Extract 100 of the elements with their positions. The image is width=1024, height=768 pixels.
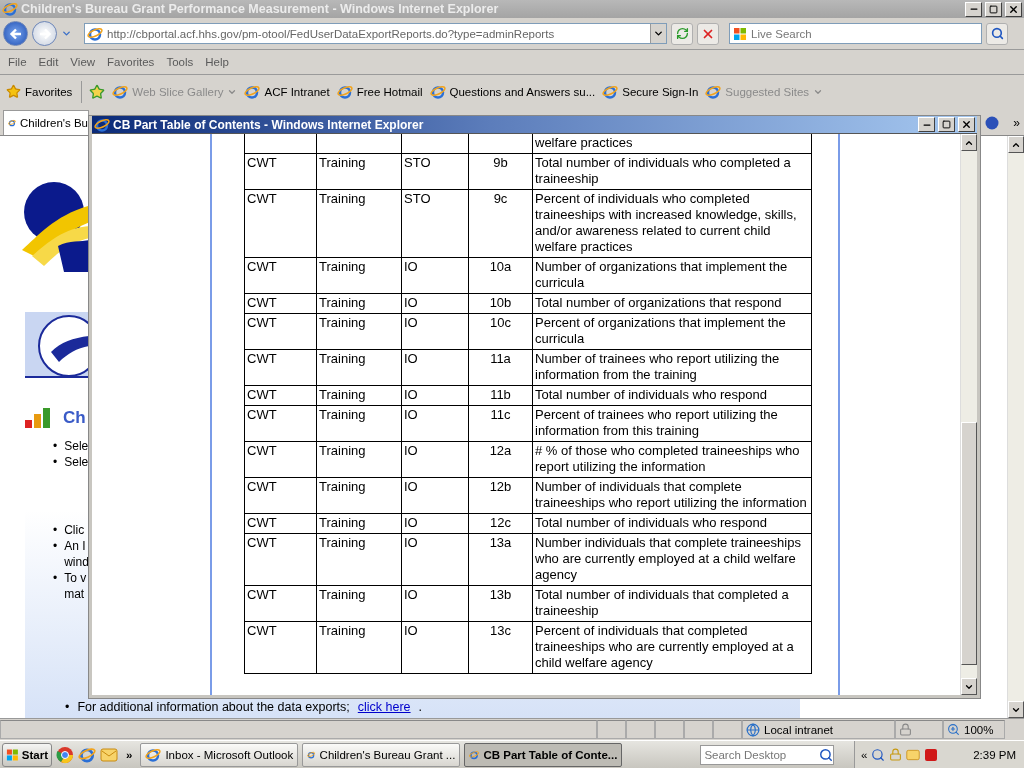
dropdown-icon[interactable] xyxy=(653,28,664,39)
table-cell: Percent of trainees who report utilizing the information from this training xyxy=(532,405,812,442)
search-icon[interactable] xyxy=(871,747,886,762)
table-cell: 9c xyxy=(468,189,533,258)
close-button[interactable] xyxy=(1005,1,1022,17)
zoom-control[interactable]: 100% xyxy=(943,720,1005,739)
restore-button[interactable] xyxy=(985,1,1002,17)
table-cell: IO xyxy=(401,513,469,534)
table-cell: 13c xyxy=(468,621,533,674)
table-cell: Percent of individuals who completed traineeships with increased knowledge, skills, and/or awareness related to current child welfare practices xyxy=(532,189,812,258)
table-cell: CWT xyxy=(244,293,317,314)
close-icon xyxy=(961,119,972,130)
table-cell: STO xyxy=(401,189,469,258)
table-cell: CWT xyxy=(244,533,317,586)
favorites-link[interactable]: Secure Sign-In xyxy=(602,83,699,100)
table-cell: CWT xyxy=(244,621,317,674)
maximize-button[interactable] xyxy=(938,117,955,132)
instruction-text: Sele xyxy=(64,438,89,454)
menu-item[interactable]: Favorites xyxy=(101,56,161,68)
favorites-button[interactable]: Favorites xyxy=(4,84,75,99)
scroll-down-button[interactable] xyxy=(961,678,977,695)
search-field[interactable]: Live Search xyxy=(729,23,982,44)
favorites-link[interactable]: ACF Intranet xyxy=(244,83,330,100)
menu-item[interactable]: File xyxy=(2,56,33,68)
table-cell: Training xyxy=(316,349,402,386)
page-scrollbar[interactable] xyxy=(1007,136,1024,718)
table-cell: # % of those who completed traineeships who report utilizing the information xyxy=(532,441,812,478)
minimize-button[interactable] xyxy=(918,117,935,132)
menu-item[interactable]: Help xyxy=(199,56,235,68)
start-button[interactable]: Start xyxy=(2,742,52,767)
bullet-marker: • xyxy=(53,538,58,555)
table-cell: IO xyxy=(401,349,469,386)
table-cell: 10b xyxy=(468,293,533,314)
popup-scrollbar[interactable] xyxy=(960,134,977,695)
windows-flag-icon xyxy=(733,26,747,41)
table-cell: Training xyxy=(316,513,402,534)
back-button[interactable] xyxy=(3,21,28,46)
clock: 2:39 PM xyxy=(973,748,1016,761)
table-cell: Training xyxy=(316,153,402,190)
address-field[interactable]: http://cbportal.acf.hhs.gov/pm-otool/FedUserDataExportReports.do?type=adminReports xyxy=(84,23,667,44)
favorites-link[interactable]: Free Hotmail xyxy=(336,83,423,100)
table-cell: Total number of organizations that respond xyxy=(532,293,812,314)
status-pane xyxy=(655,720,684,739)
scroll-up-button[interactable] xyxy=(1008,136,1024,153)
scrollbar-thumb[interactable] xyxy=(961,422,977,665)
table-cell: Training xyxy=(316,441,402,478)
desktop-search-field[interactable]: Search Desktop xyxy=(700,744,835,765)
scroll-down-button[interactable] xyxy=(1008,701,1024,718)
table-cell: Training xyxy=(316,585,402,622)
bullet-marker: • xyxy=(53,454,58,470)
popup-title: CB Part Table of Contents - Windows Internet Explorer xyxy=(113,117,425,132)
browser-tab[interactable]: Children's Bu xyxy=(3,110,89,135)
table-cell: CWT xyxy=(244,349,317,386)
table-cell: Number individuals that complete traineeships who are currently employed at a child welfare agency xyxy=(532,533,812,586)
table-cell: 11a xyxy=(468,349,533,386)
browser-icon xyxy=(2,1,18,17)
menu-item[interactable]: Tools xyxy=(160,56,200,68)
table-cell: 11b xyxy=(468,385,533,406)
tray-toggle[interactable]: « xyxy=(861,748,868,761)
table-cell: CWT xyxy=(244,477,317,514)
table-cell: CWT xyxy=(244,257,317,294)
table-cell: IO xyxy=(401,533,469,586)
search-button[interactable] xyxy=(986,22,1008,45)
footer-text: For additional information about the data exports; xyxy=(77,700,350,714)
page-heading: Ch xyxy=(63,408,86,428)
taskbar-button[interactable]: Children's Bureau Grant ... xyxy=(302,742,461,767)
forward-button[interactable] xyxy=(32,21,57,46)
stop-button[interactable] xyxy=(697,22,719,45)
click-here-link[interactable]: click here xyxy=(357,700,411,714)
table-cell xyxy=(468,134,533,154)
search-icon xyxy=(990,27,1004,40)
table-cell: CWT xyxy=(244,441,317,478)
table-cell: IO xyxy=(401,257,469,294)
minimize-button[interactable] xyxy=(965,1,982,17)
browser-icon xyxy=(705,83,722,100)
bullet-marker: • xyxy=(65,700,70,714)
table-cell: Total number of individuals that completed a traineeship xyxy=(532,585,812,622)
menu-item[interactable]: View xyxy=(64,56,102,68)
search-icon[interactable] xyxy=(819,747,834,762)
scroll-up-button[interactable] xyxy=(961,134,977,151)
table-cell: welfare practices xyxy=(532,134,812,154)
toolbar-overflow[interactable]: » xyxy=(1013,115,1020,130)
chrome-icon[interactable] xyxy=(56,745,74,764)
table-cell: CWT xyxy=(244,153,317,190)
table-cell: Training xyxy=(316,189,402,258)
quick-launch-overflow[interactable]: » xyxy=(126,748,133,761)
browser-icon xyxy=(94,116,110,133)
favorites-link[interactable]: Questions and Answers su... xyxy=(429,83,596,100)
star-icon xyxy=(6,84,21,99)
refresh-button[interactable] xyxy=(671,22,693,45)
table-cell: 12c xyxy=(468,513,533,534)
table-cell: CWT xyxy=(244,513,317,534)
close-button[interactable] xyxy=(958,117,975,132)
taskbar-button[interactable]: CB Part Table of Conte... xyxy=(464,742,623,767)
menu-item[interactable]: Edit xyxy=(32,56,65,68)
history-dropdown-icon[interactable] xyxy=(61,28,72,39)
table-cell: Training xyxy=(316,405,402,442)
bar-chart-icon xyxy=(25,408,51,428)
table-cell: 13a xyxy=(468,533,533,586)
taskbar-button[interactable]: Inbox - Microsoft Outlook xyxy=(140,742,299,767)
